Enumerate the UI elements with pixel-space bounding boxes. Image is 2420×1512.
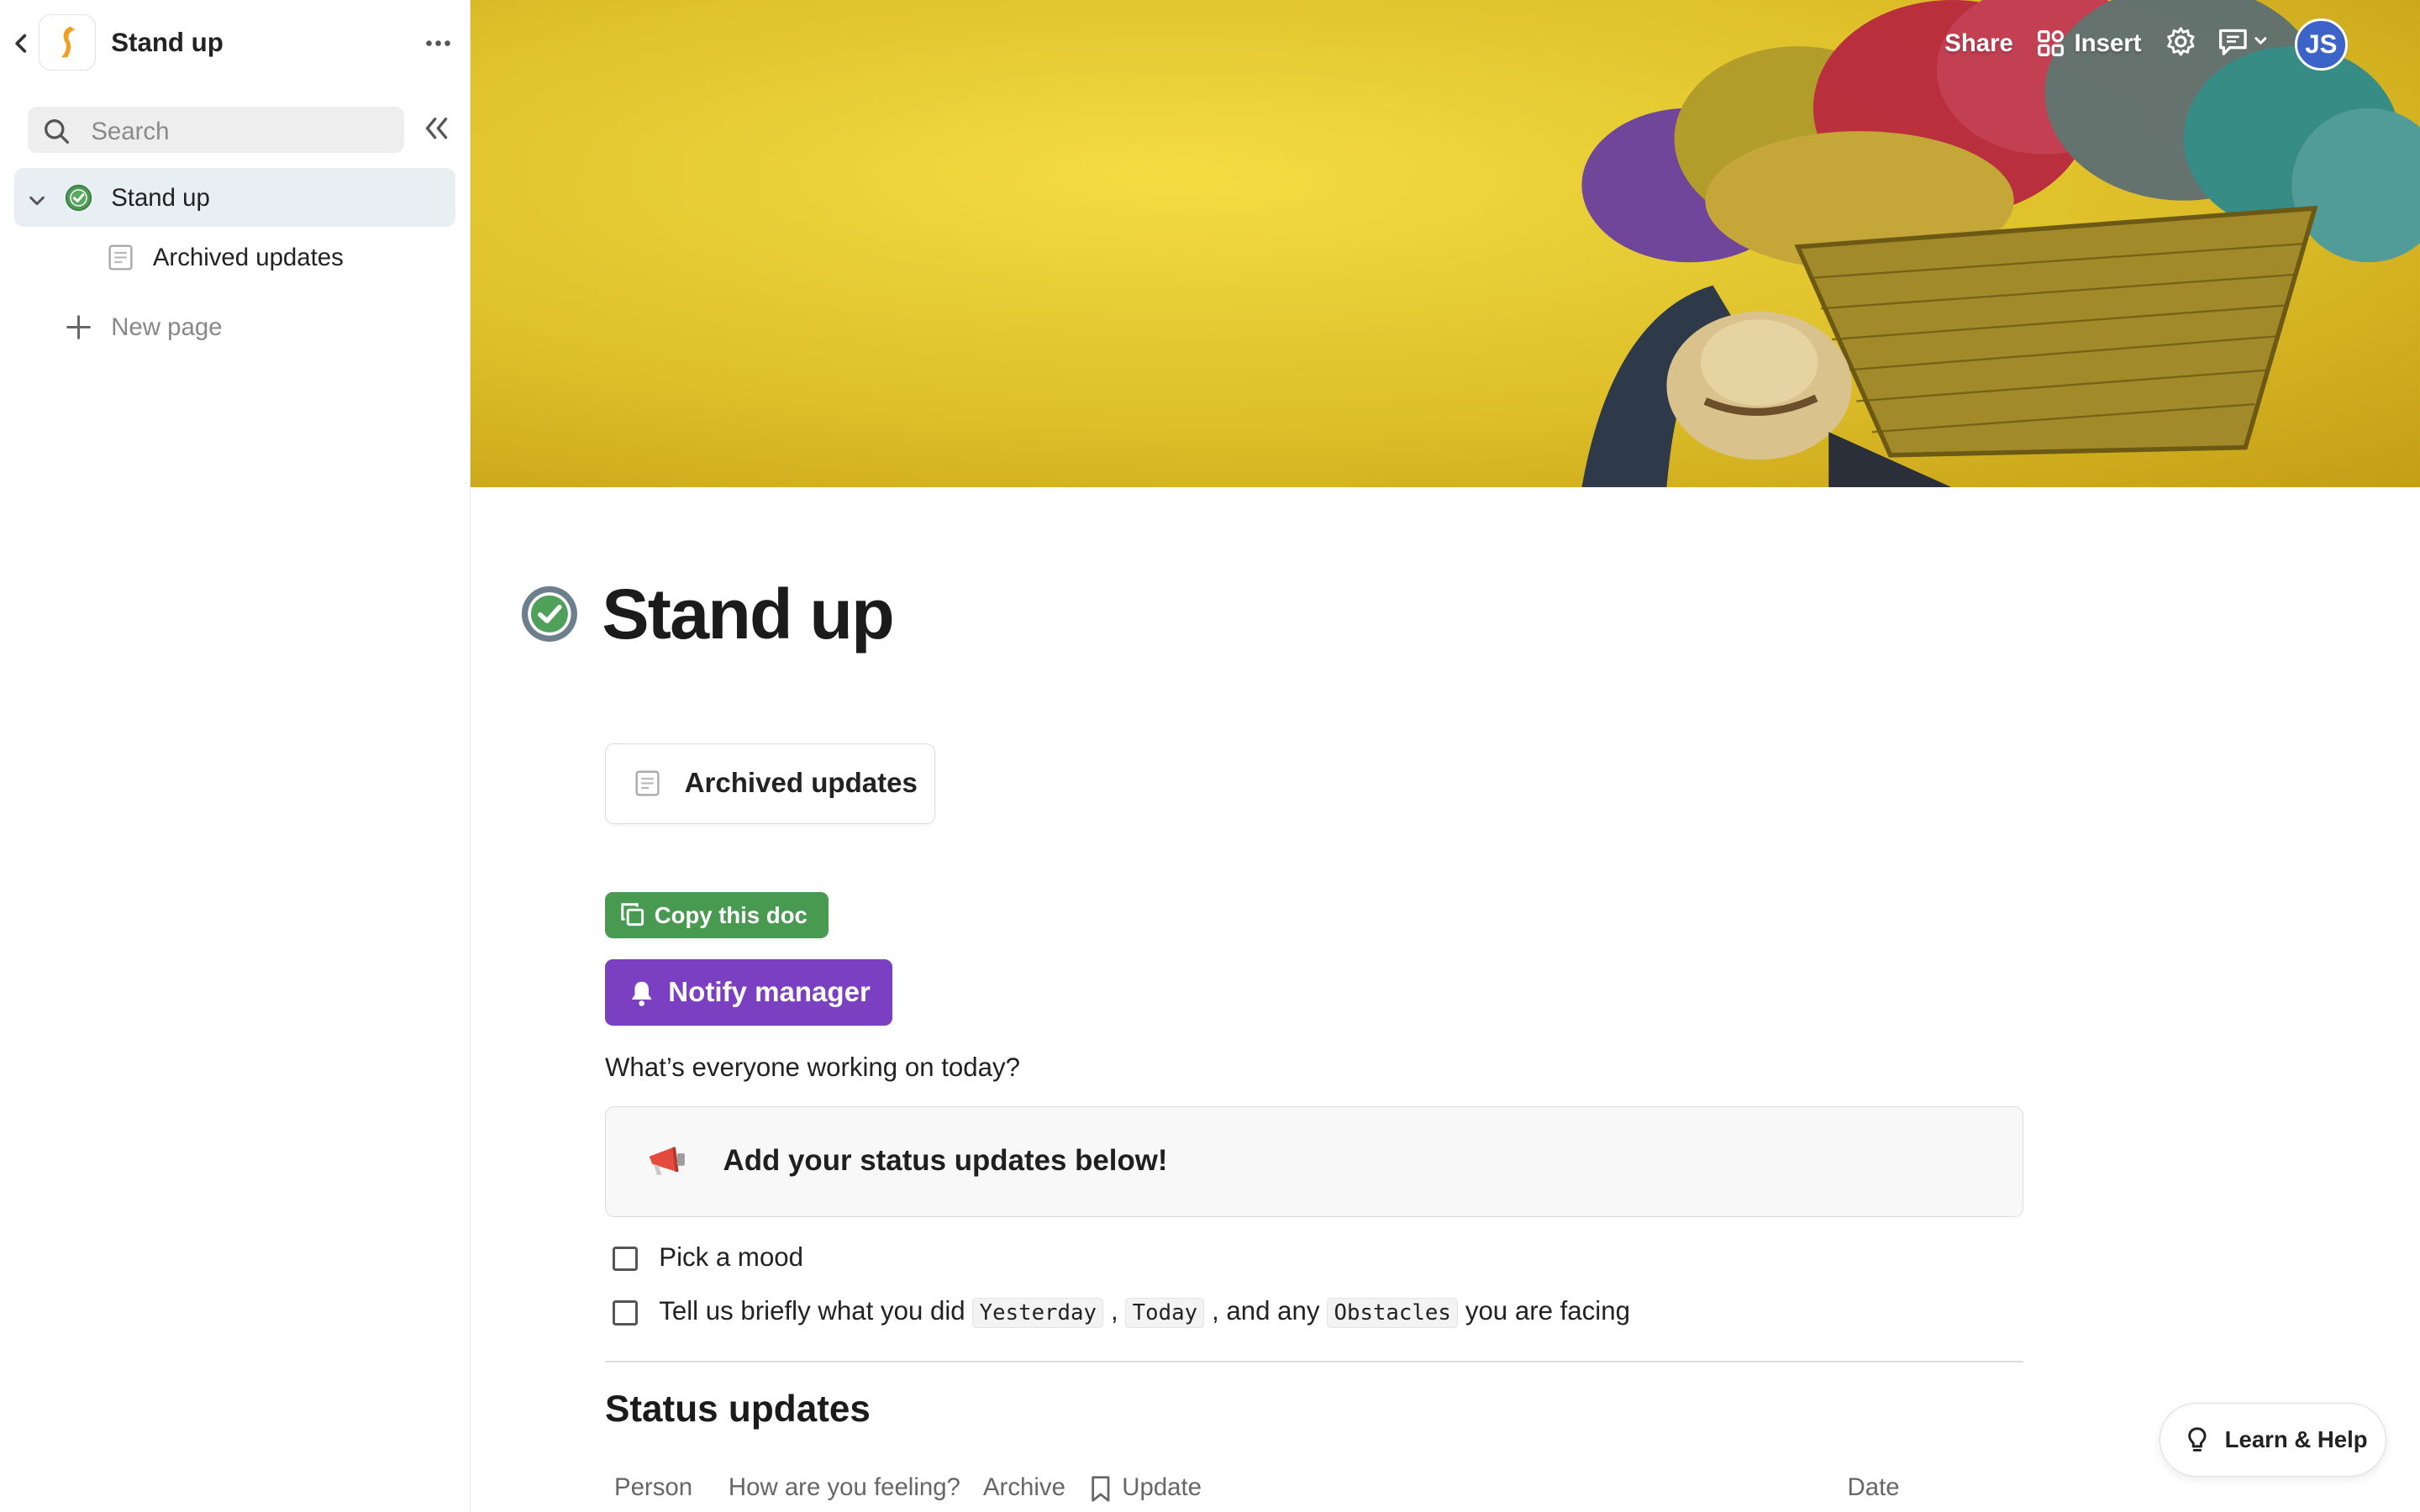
search-placeholder: Search <box>91 117 170 145</box>
column-header-label: Update <box>1122 1473 1202 1502</box>
page-title: Stand up <box>602 575 894 654</box>
subpage-card-archived-updates[interactable]: Archived updates <box>604 743 936 824</box>
doc-title: Stand up <box>111 28 224 58</box>
learn-help-button[interactable]: Learn & Help <box>2159 1402 2386 1477</box>
more-icon[interactable] <box>420 28 457 59</box>
code-yesterday: Yesterday <box>972 1297 1104 1328</box>
sidebar-item-stand-up[interactable]: Stand up <box>13 168 455 227</box>
checkbox[interactable] <box>613 1300 638 1326</box>
collapse-sidebar-icon[interactable] <box>423 116 454 144</box>
column-header-person[interactable]: Person <box>614 1473 692 1502</box>
notify-manager-button[interactable]: Notify manager <box>604 959 892 1026</box>
todo-text-part: , and any <box>1204 1295 1328 1326</box>
top-toolbar: Share Insert JS <box>1926 0 2420 87</box>
callout-text: Add your status updates below! <box>723 1143 1168 1177</box>
code-obstacles: Obstacles <box>1327 1297 1459 1328</box>
share-button[interactable]: Share <box>1944 29 2013 58</box>
bookmark-icon <box>1090 1475 1112 1509</box>
learn-help-label: Learn & Help <box>2224 1426 2368 1453</box>
code-today: Today <box>1125 1297 1205 1328</box>
todo-item: Pick a mood <box>613 1242 2002 1279</box>
page-icon <box>634 769 661 804</box>
gear-icon[interactable] <box>2165 26 2196 64</box>
prompt-text: What’s everyone working on today? <box>604 1052 1020 1082</box>
chevron-down-icon[interactable] <box>28 188 46 217</box>
insert-grid-icon <box>2037 29 2065 64</box>
divider <box>604 1360 2023 1362</box>
avatar[interactable]: JS <box>2295 18 2348 71</box>
doc-header: Stand up <box>0 13 471 74</box>
search-icon <box>43 118 71 152</box>
page-icon <box>107 244 134 278</box>
section-title: Status updates <box>604 1389 871 1431</box>
megaphone-icon <box>646 1144 689 1184</box>
chevron-left-icon[interactable] <box>9 31 34 55</box>
lightbulb-icon <box>2186 1426 2208 1461</box>
callout-box: Add your status updates below! <box>604 1105 2023 1218</box>
bell-icon <box>629 979 654 1014</box>
new-page-button[interactable]: New page <box>61 308 370 345</box>
sidebar: Stand up Search Stand up Archived update… <box>0 0 471 1512</box>
copy-icon <box>620 902 644 933</box>
new-page-label: New page <box>111 312 223 341</box>
insert-label: Insert <box>2074 29 2142 57</box>
todo-text-part: you are facing <box>1458 1295 1630 1326</box>
copy-doc-button[interactable]: Copy this doc <box>604 891 829 938</box>
column-header-date[interactable]: Date <box>1848 1473 1900 1502</box>
plus-icon <box>65 313 92 348</box>
sidebar-item-archived-updates[interactable]: Archived updates <box>14 228 455 287</box>
column-header-archive[interactable]: Archive <box>983 1473 1065 1502</box>
cover-image[interactable]: Share Insert JS <box>471 0 2420 488</box>
comment-icon[interactable] <box>2217 26 2273 64</box>
sidebar-item-label: Stand up <box>111 183 210 212</box>
doc-logo-icon[interactable] <box>38 13 96 71</box>
todo-text-part: , <box>1103 1295 1126 1326</box>
check-circle-icon <box>65 184 92 218</box>
todo-text-part: Tell us briefly what you did <box>659 1295 973 1326</box>
todo-text: Tell us briefly what you did Yesterday ,… <box>659 1295 1630 1328</box>
checkbox[interactable] <box>613 1247 638 1272</box>
sidebar-item-label: Archived updates <box>152 244 344 272</box>
todo-text: Pick a mood <box>659 1242 804 1272</box>
todo-item: Tell us briefly what you did Yesterday ,… <box>613 1296 2002 1333</box>
notify-manager-label: Notify manager <box>668 976 871 1008</box>
column-header-feeling[interactable]: How are you feeling? <box>729 1473 960 1502</box>
copy-doc-label: Copy this doc <box>654 902 808 929</box>
main-content: Share Insert JS Stand up Archived update… <box>471 0 2420 1512</box>
subpage-card-label: Archived updates <box>684 767 918 799</box>
search-input[interactable]: Search <box>28 106 405 153</box>
check-circle-icon[interactable] <box>520 585 579 650</box>
